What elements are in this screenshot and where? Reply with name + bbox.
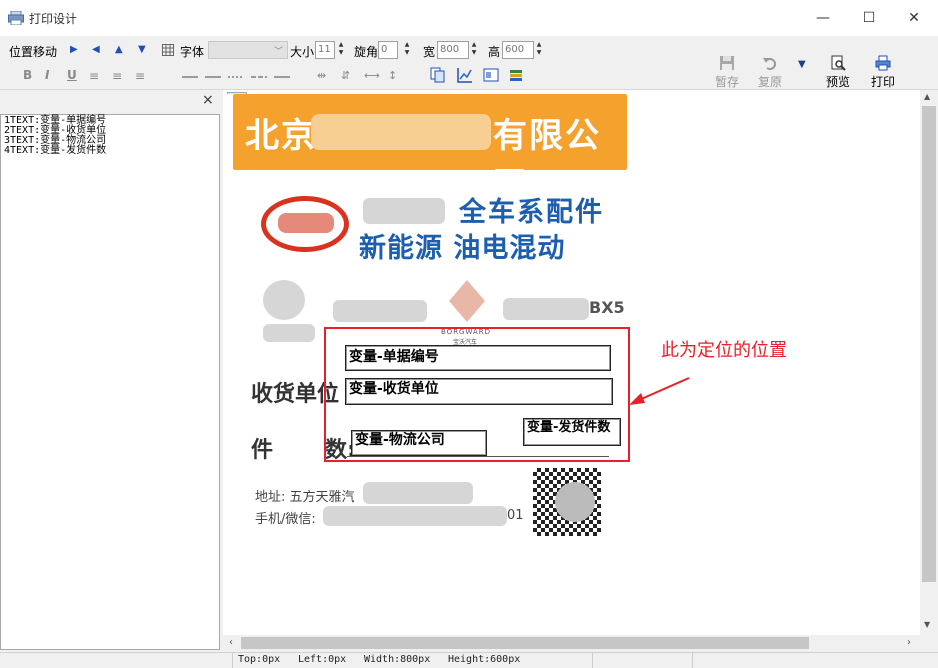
design-canvas[interactable]: ◉ 北京 有限公司 全车系配件 新能源 油电混动 BX5 BORGWARD 宝沃… — [223, 90, 920, 635]
blurred-phone — [323, 506, 507, 526]
undo-icon — [763, 58, 776, 70]
move-down-icon[interactable]: ▼ — [138, 44, 146, 55]
books-icon[interactable] — [508, 67, 524, 83]
maximize-button[interactable]: ☐ — [846, 6, 892, 30]
element-list: 1TEXT:变量-单据编号 2TEXT:变量-收货单位 3TEXT:变量-物流公… — [0, 114, 220, 650]
phone-tail: 01 — [507, 508, 524, 523]
height-input[interactable]: 600 — [502, 41, 534, 59]
same-width-icon[interactable]: ⟷ — [364, 69, 380, 82]
align-v-icon[interactable]: ⇵ — [341, 69, 350, 82]
horizontal-scroll-thumb[interactable] — [241, 637, 809, 649]
bold-button[interactable]: B — [23, 68, 32, 82]
rotate-input[interactable]: 0 — [378, 41, 398, 59]
element-list-panel: × 1TEXT:变量-单据编号 2TEXT:变量-收货单位 3TEXT:变量-物… — [0, 90, 222, 652]
address-label: 地址: 五方天雅汽 — [255, 490, 355, 505]
line-solid-icon[interactable] — [182, 76, 198, 78]
slogan-energy: 新能源 油电混动 — [359, 233, 566, 264]
line-double-icon[interactable] — [274, 76, 290, 78]
close-button[interactable]: ✕ — [891, 6, 937, 30]
company-prefix: 北京 — [245, 116, 317, 156]
pieces-label: 件 — [251, 438, 274, 463]
blurred-brand — [363, 198, 445, 224]
status-height: Height:600px — [448, 654, 521, 665]
align-center-icon[interactable]: ≡ — [112, 69, 122, 83]
chevron-down-icon: ﹀ — [273, 47, 283, 57]
grid-icon[interactable] — [162, 44, 174, 56]
vertical-scroll-thumb[interactable] — [922, 106, 936, 582]
model-text: BX5 — [589, 298, 625, 317]
panel-close-icon[interactable]: × — [202, 92, 214, 108]
blurred-address — [363, 482, 473, 504]
size-spinner-icon[interactable]: ▲ ▼ — [337, 41, 345, 59]
annotation-box — [324, 327, 630, 462]
title-bar: 打印设计 — ☐ ✕ — [0, 0, 938, 36]
align-h-icon[interactable]: ⇹ — [317, 69, 326, 82]
chart-icon[interactable] — [457, 67, 473, 83]
blurred-model — [503, 298, 589, 320]
position-move-label: 位置移动 — [9, 45, 58, 59]
font-select[interactable]: ﹀ — [208, 41, 288, 59]
copy-style-icon[interactable] — [430, 67, 446, 83]
size-input[interactable]: 11 — [315, 41, 335, 59]
layout-icon[interactable] — [483, 67, 499, 83]
blurred-company-name — [311, 114, 491, 150]
size-label: 大小 — [290, 45, 315, 59]
move-left-icon[interactable]: ◀ — [92, 44, 100, 55]
slogan-parts: 全车系配件 — [459, 197, 604, 228]
toolbar: 位置移动 ▶ ◀ ▲ ▼ 字体 ﹀ 大小 11 ▲ ▼ 旋角 0 ▲ ▼ 宽 800… — [0, 36, 938, 90]
line-dot-icon[interactable] — [228, 76, 244, 78]
align-right-icon[interactable]: ≡ — [135, 69, 145, 83]
brand-logo — [261, 196, 349, 252]
list-item[interactable]: 4TEXT:变量-发货件数 — [4, 146, 216, 156]
restore-label: 复原 — [757, 75, 782, 89]
underline-button[interactable]: U — [67, 68, 77, 82]
height-spinner-icon[interactable]: ▲ ▼ — [535, 41, 543, 59]
move-right-icon[interactable]: ▶ — [70, 44, 78, 55]
move-up-icon[interactable]: ▲ — [115, 44, 123, 55]
rotate-label: 旋角 — [354, 45, 379, 59]
vertical-scrollbar[interactable]: ▲ ▼ — [920, 90, 938, 635]
preview-icon — [831, 55, 846, 71]
rotate-spinner-icon[interactable]: ▲ ▼ — [403, 41, 411, 59]
blurred-car-name — [333, 300, 427, 322]
scroll-down-icon[interactable]: ▼ — [924, 620, 930, 629]
font-label: 字体 — [180, 45, 205, 59]
dropdown-icon[interactable]: ▼ — [798, 59, 806, 70]
height-label: 高 — [488, 45, 501, 59]
qr-code — [533, 468, 601, 536]
scroll-right-icon[interactable]: › — [907, 637, 911, 648]
align-left-icon[interactable]: ≡ — [89, 69, 99, 83]
width-spinner-icon[interactable]: ▲ ▼ — [470, 41, 478, 59]
floppy-disk-icon — [720, 56, 734, 70]
width-input[interactable]: 800 — [437, 41, 469, 59]
preview-label: 预览 — [825, 75, 850, 89]
width-label: 宽 — [423, 45, 436, 59]
save-label: 暂存 — [714, 75, 739, 89]
print-label: 打印 — [870, 75, 895, 89]
annotation-arrow-icon — [629, 377, 690, 405]
window-title: 打印设计 — [29, 12, 78, 26]
italic-button[interactable]: I — [45, 68, 49, 82]
status-bar: Top:0px Left:0px Width:800px Height:600p… — [0, 652, 938, 668]
horizontal-scrollbar[interactable]: ‹ › — [223, 635, 920, 651]
status-top: Top:0px — [238, 654, 281, 665]
status-left: Left:0px — [298, 654, 347, 665]
printer-icon — [8, 11, 24, 25]
line-dash-icon[interactable] — [205, 76, 221, 78]
status-width: Width:800px — [364, 654, 431, 665]
same-height-icon[interactable]: ↕ — [388, 69, 397, 82]
printer-icon — [875, 55, 891, 71]
minimize-button[interactable]: — — [800, 6, 846, 30]
blurred-car-logo — [263, 280, 305, 320]
label-background-image: 北京 有限公司 全车系配件 新能源 油电混动 BX5 BORGWARD 宝沃汽车… — [223, 94, 627, 552]
borgward-logo — [449, 280, 485, 322]
scroll-up-icon[interactable]: ▲ — [924, 92, 930, 101]
scroll-left-icon[interactable]: ‹ — [229, 637, 233, 648]
blurred-car-text — [263, 324, 315, 342]
phone-label: 手机/微信: — [255, 512, 316, 527]
annotation-text: 此为定位的位置 — [661, 340, 787, 361]
line-dashdot-icon[interactable] — [251, 76, 267, 78]
